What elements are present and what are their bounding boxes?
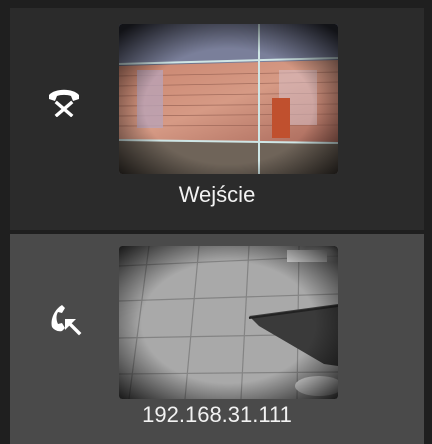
incoming-call-icon[interactable]: [46, 301, 82, 337]
device-label: Wejście: [178, 182, 256, 207]
device-entry-wejscie[interactable]: Wejście: [10, 8, 424, 230]
hangup-icon[interactable]: [46, 81, 82, 118]
camera-thumbnail-192-168-31-111[interactable]: [119, 246, 338, 399]
camera-thumbnail-wejscie[interactable]: [119, 24, 338, 174]
device-label: 192.168.31.111: [142, 402, 292, 427]
intercom-device-list: Wejście 192.168.31.111: [0, 0, 432, 444]
device-entry-192-168-31-111[interactable]: 192.168.31.111: [10, 234, 424, 444]
